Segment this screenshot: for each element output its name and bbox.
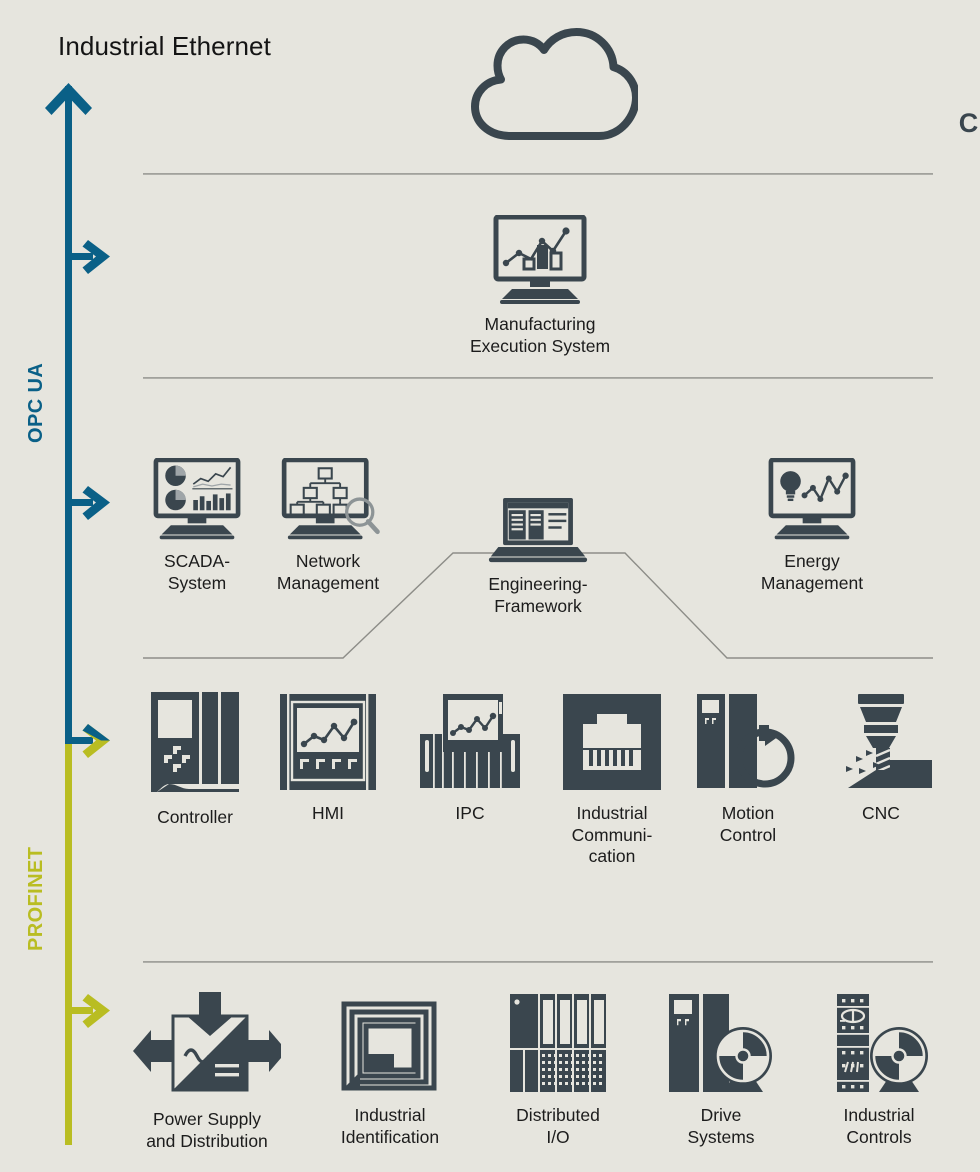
item-label: Network Management [276,551,380,593]
item-power-supply[interactable]: Power Supply and Distribution [128,992,286,1152]
item-engineering-framework[interactable]: Engineering- Framework [430,497,646,617]
desktop-dashboard-icon [153,458,241,540]
item-label: Industrial Identification [340,1105,440,1147]
item-network-management[interactable]: Network Management [262,458,394,594]
axis-label-profinet: PROFINET [25,846,47,951]
io-modules-icon [510,994,606,1092]
cloud-icon [471,28,638,140]
divider-field-level [143,961,933,963]
profinet-axis-line [65,740,72,1145]
industrial-pc-icon [420,694,520,788]
contactor-motor-icon [837,994,928,1092]
item-cnc[interactable]: CNC [818,692,944,825]
axis-label-opcua: OPC UA [25,362,47,443]
item-industrial-communication[interactable]: Industrial Communi- cation [548,692,676,868]
ac-dc-converter-icon [133,992,281,1092]
item-mes[interactable]: Manufacturing Execution System [430,215,650,357]
divider-cloud-level [143,173,933,175]
item-label: Industrial Communi- cation [571,803,653,866]
plc-controller-icon [151,692,239,792]
item-motion-control[interactable]: Motion Control [684,692,812,846]
axis-branch-arrow-1-icon [65,240,110,274]
laptop-software-icon [488,497,588,563]
cloud-label: Cloud [958,108,980,138]
item-hmi[interactable]: HMI [265,692,391,825]
item-label: Controller [157,807,233,827]
diagram-canvas: Industrial Ethernet OPC UA PROFINET C Ma… [0,0,980,1172]
item-label: CNC [862,803,900,823]
opcua-axis-line [65,86,72,744]
hmi-panel-icon [280,694,376,790]
item-label: SCADA- System [163,551,231,593]
item-drive-systems[interactable]: Drive Systems [655,992,787,1148]
item-label: HMI [311,803,345,823]
item-energy-management[interactable]: Energy Management [745,458,879,594]
item-label: Engineering- Framework [488,574,588,616]
rfid-antenna-icon [341,1001,437,1091]
motion-drive-icon [697,694,795,788]
desktop-bulb-chart-icon [768,458,856,540]
item-label: IPC [455,803,485,823]
axis-branch-arrow-3-icon [65,724,110,758]
item-label: Industrial Controls [843,1105,915,1147]
rj45-jack-icon [563,694,661,790]
desktop-chart-icon [493,215,587,304]
divider-mes-level [143,377,933,379]
item-distributed-io[interactable]: Distributed I/O [495,992,621,1148]
item-label: Manufacturing Execution System [469,314,611,356]
desktop-topology-magnifier-icon [281,458,380,540]
axis-branch-arrow-2-icon [65,486,110,520]
item-label: Distributed I/O [516,1105,600,1147]
drive-motor-icon [669,994,772,1092]
item-cloud[interactable]: Cloud [440,28,980,140]
item-controller[interactable]: Controller [130,692,260,829]
item-label: Drive Systems [687,1105,755,1147]
item-label: Power Supply and Distribution [146,1109,268,1151]
axis-branch-arrow-4-icon [65,994,110,1028]
item-label: Energy Management [760,551,864,593]
item-ipc[interactable]: IPC [405,692,535,825]
item-industrial-identification[interactable]: Industrial Identification [320,992,460,1148]
item-industrial-controls[interactable]: Industrial Controls [812,992,946,1148]
cnc-milling-icon [846,694,932,788]
item-label: Motion Control [719,803,777,845]
page-title: Industrial Ethernet [58,31,271,61]
item-scada[interactable]: SCADA- System [130,458,264,594]
